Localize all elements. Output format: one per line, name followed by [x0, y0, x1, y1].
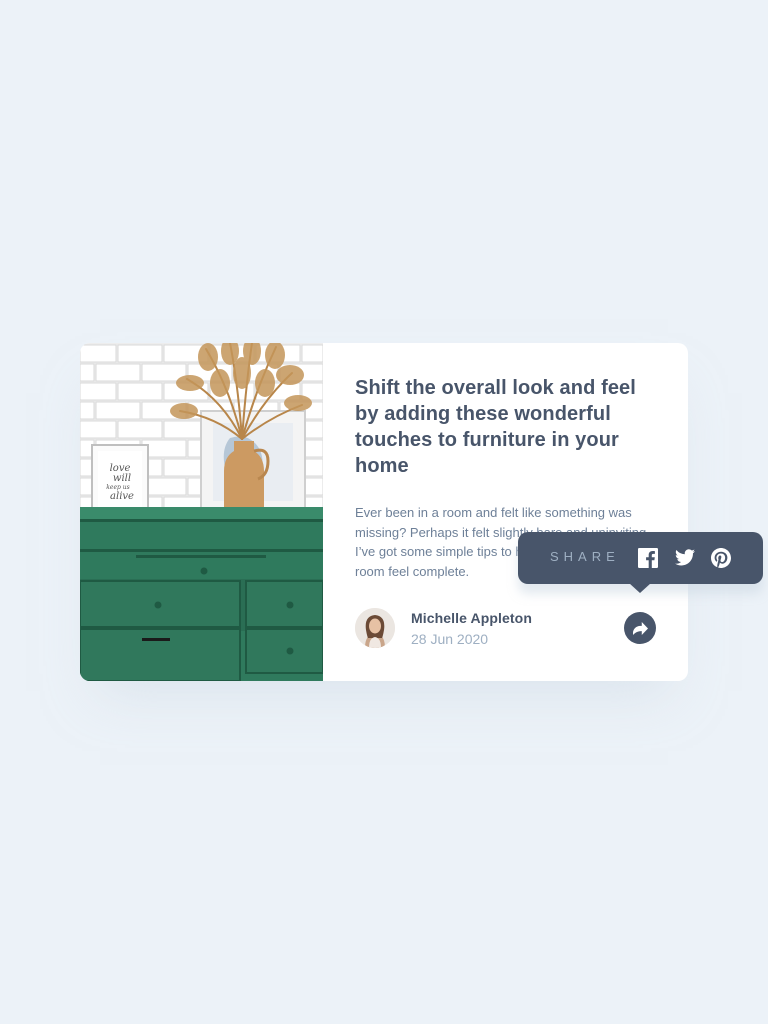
share-popover: SHARE	[518, 532, 763, 593]
publish-date: 28 Jun 2020	[411, 631, 489, 647]
share-button[interactable]	[624, 612, 656, 644]
pinterest-icon[interactable]	[711, 548, 731, 568]
svg-text:will: will	[113, 473, 131, 484]
author-row: Michelle Appleton 28 Jun 2020	[355, 608, 657, 648]
share-label: SHARE	[550, 549, 620, 564]
share-icon	[632, 621, 648, 635]
article-card: love will keep us alive Shift the overal…	[80, 343, 688, 681]
author-name: Michelle Appleton	[411, 610, 532, 626]
article-image: love will keep us alive	[80, 343, 323, 681]
svg-text:keep us: keep us	[106, 484, 129, 491]
avatar	[355, 608, 395, 648]
twitter-icon[interactable]	[675, 549, 695, 569]
svg-text:alive: alive	[110, 491, 134, 502]
facebook-icon[interactable]	[638, 548, 658, 568]
article-title: Shift the overall look and feel by addin…	[355, 377, 636, 477]
